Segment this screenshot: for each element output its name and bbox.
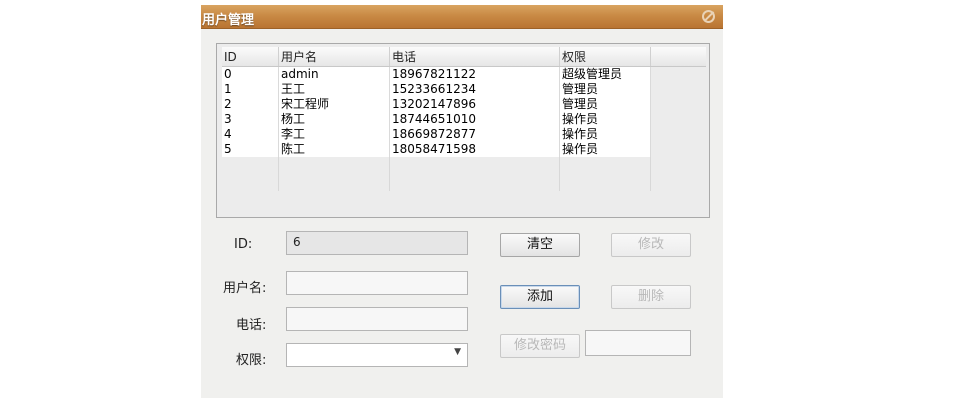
cell-username: 李工 xyxy=(278,127,390,142)
cell-phone: 18967821122 xyxy=(389,66,560,82)
phone-field[interactable] xyxy=(286,307,468,331)
cell-role: 操作员 xyxy=(559,127,651,142)
table-row[interactable]: 4 李工 18669872877 操作员 xyxy=(222,127,706,142)
cell-role: 操作员 xyxy=(559,112,651,127)
cell-id: 1 xyxy=(222,82,279,97)
cell-username: 陈工 xyxy=(278,142,390,157)
cell-username: 王工 xyxy=(278,82,390,97)
cell-role: 操作员 xyxy=(559,142,651,157)
row-filler xyxy=(650,112,706,127)
delete-button[interactable]: 删除 xyxy=(611,285,691,309)
cell-role: 超级管理员 xyxy=(559,66,651,82)
table-row[interactable]: 5 陈工 18058471598 操作员 xyxy=(222,142,706,157)
empty-cell xyxy=(222,157,279,191)
username-label: 用户名: xyxy=(223,281,267,296)
cell-phone: 18744651010 xyxy=(389,112,560,127)
table-header-row: ID 用户名 电话 权限 xyxy=(222,47,706,67)
role-label: 权限: xyxy=(236,353,267,368)
table-row[interactable]: 1 王工 15233661234 管理员 xyxy=(222,82,706,97)
empty-table-area xyxy=(222,157,706,191)
cell-id: 0 xyxy=(222,66,279,82)
cell-username: 杨工 xyxy=(278,112,390,127)
cell-id: 2 xyxy=(222,97,279,112)
user-table[interactable]: ID 用户名 电话 权限 0 admin 18967821122 超级管理员 1 王工 15… xyxy=(216,43,710,218)
row-filler xyxy=(650,66,706,82)
row-filler xyxy=(650,142,706,157)
id-field[interactable]: 6 xyxy=(286,231,468,255)
user-management-window: 用户管理 ID 用户名 电话 权限 0 admin 18967821122 超级管理员… xyxy=(201,5,723,398)
cell-phone: 18669872877 xyxy=(389,127,560,142)
table-row[interactable]: 2 宋工程师 13202147896 管理员 xyxy=(222,97,706,112)
row-filler xyxy=(650,127,706,142)
row-filler xyxy=(650,97,706,112)
empty-cell xyxy=(650,157,706,191)
add-button[interactable]: 添加 xyxy=(500,285,580,309)
cell-username: admin xyxy=(278,66,390,82)
cell-phone: 15233661234 xyxy=(389,82,560,97)
column-header-phone[interactable]: 电话 xyxy=(389,47,560,67)
column-header-username[interactable]: 用户名 xyxy=(278,47,390,67)
cell-id: 4 xyxy=(222,127,279,142)
row-filler xyxy=(650,82,706,97)
empty-cell xyxy=(389,157,560,191)
cell-phone: 13202147896 xyxy=(389,97,560,112)
user-grid: ID 用户名 电话 权限 0 admin 18967821122 超级管理员 1 王工 15… xyxy=(222,47,706,191)
close-icon[interactable] xyxy=(702,10,715,23)
empty-cell xyxy=(559,157,651,191)
role-select[interactable]: ▼ xyxy=(286,343,468,367)
cell-id: 5 xyxy=(222,142,279,157)
username-field[interactable] xyxy=(286,271,468,295)
title-bar[interactable]: 用户管理 xyxy=(201,5,723,29)
cell-phone: 18058471598 xyxy=(389,142,560,157)
column-header-role[interactable]: 权限 xyxy=(559,47,651,67)
password-field[interactable] xyxy=(585,330,691,356)
table-row[interactable]: 3 杨工 18744651010 操作员 xyxy=(222,112,706,127)
id-label: ID: xyxy=(234,237,253,252)
chevron-down-icon[interactable]: ▼ xyxy=(454,347,461,357)
phone-label: 电话: xyxy=(236,318,267,333)
cell-role: 管理员 xyxy=(559,82,651,97)
modify-button[interactable]: 修改 xyxy=(611,233,691,257)
empty-cell xyxy=(278,157,390,191)
clear-button[interactable]: 清空 xyxy=(500,233,580,257)
window-title: 用户管理 xyxy=(202,13,255,28)
change-password-button[interactable]: 修改密码 xyxy=(500,334,580,358)
column-header-id[interactable]: ID xyxy=(222,47,279,67)
cell-role: 管理员 xyxy=(559,97,651,112)
cell-id: 3 xyxy=(222,112,279,127)
table-row[interactable]: 0 admin 18967821122 超级管理员 xyxy=(222,66,706,82)
cell-username: 宋工程师 xyxy=(278,97,390,112)
column-header-filler xyxy=(650,47,706,67)
